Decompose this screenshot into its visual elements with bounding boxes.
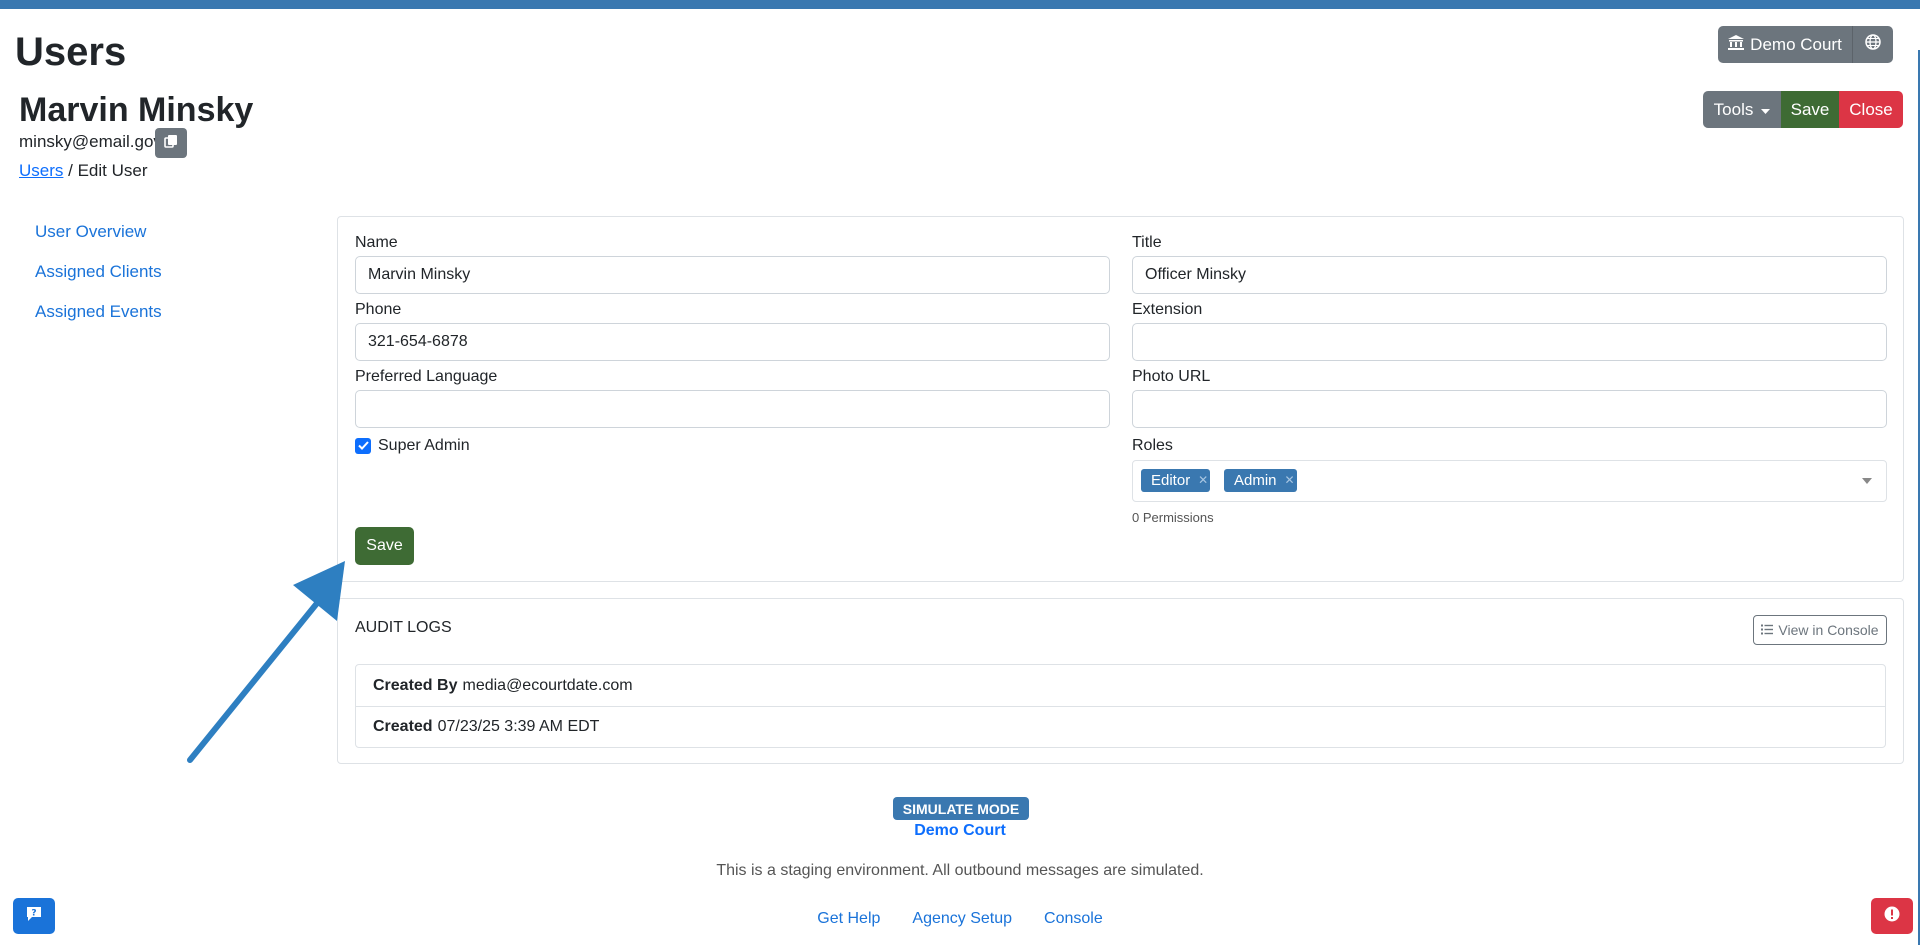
super-admin-checkbox[interactable] bbox=[355, 438, 371, 454]
page-title: Users bbox=[15, 30, 127, 74]
footer-link-agency-setup[interactable]: Agency Setup bbox=[912, 910, 1012, 928]
phone-input[interactable]: 321-654-6878 bbox=[355, 323, 1110, 361]
tools-label: Tools bbox=[1713, 99, 1754, 119]
role-tag-editor: Editor ✕ bbox=[1141, 469, 1211, 492]
report-issue-button[interactable] bbox=[1871, 898, 1913, 934]
top-accent-bar bbox=[0, 0, 1920, 9]
title-input[interactable]: Officer Minsky bbox=[1132, 256, 1887, 294]
courthouse-icon bbox=[1728, 34, 1745, 55]
breadcrumb-current: Edit User bbox=[77, 161, 148, 180]
save-form-button[interactable]: Save bbox=[355, 527, 414, 565]
sidebar-item-user-overview[interactable]: User Overview bbox=[35, 222, 162, 242]
created-by-label: Created By bbox=[373, 676, 458, 694]
checkmark-icon bbox=[357, 437, 369, 455]
help-chat-button[interactable]: ? bbox=[13, 898, 55, 934]
footer-link-get-help[interactable]: Get Help bbox=[817, 910, 880, 928]
user-email: minsky@email.gov bbox=[19, 132, 162, 151]
copy-icon bbox=[164, 134, 178, 153]
remove-tag-icon[interactable]: ✕ bbox=[1196, 469, 1210, 492]
extension-label: Extension bbox=[1132, 301, 1203, 318]
list-item: Created By media@ecourtdate.com bbox=[356, 665, 1885, 706]
chevron-down-icon[interactable] bbox=[1862, 478, 1872, 484]
name-label: Name bbox=[355, 234, 398, 251]
simulate-court-name: Demo Court bbox=[914, 822, 1006, 839]
super-admin-label: Super Admin bbox=[378, 437, 470, 454]
roles-multiselect[interactable]: Editor ✕ Admin ✕ bbox=[1132, 460, 1887, 502]
footer-links: Get Help Agency Setup Console bbox=[0, 910, 1920, 928]
role-tag-admin: Admin ✕ bbox=[1224, 469, 1297, 492]
list-item: Created 07/23/25 3:39 AM EDT bbox=[356, 706, 1885, 747]
svg-text:?: ? bbox=[31, 908, 36, 918]
court-button[interactable]: Demo Court bbox=[1718, 26, 1852, 63]
copy-email-button[interactable] bbox=[155, 128, 187, 158]
created-by-value: media@ecourtdate.com bbox=[462, 676, 633, 694]
action-toolbar: Tools Save Close bbox=[1703, 91, 1903, 128]
staging-notice: This is a staging environment. All outbo… bbox=[716, 862, 1204, 879]
chat-question-icon: ? bbox=[26, 906, 42, 927]
save-button[interactable]: Save bbox=[1781, 91, 1839, 128]
role-tag-label: Admin bbox=[1234, 472, 1277, 489]
user-form-card: Name Marvin Minsky Title Officer Minsky … bbox=[337, 216, 1904, 582]
permissions-count: 0 Permissions bbox=[1132, 510, 1214, 525]
remove-tag-icon[interactable]: ✕ bbox=[1283, 469, 1297, 492]
audit-log-list: Created By media@ecourtdate.com Created … bbox=[355, 664, 1886, 748]
globe-icon bbox=[1865, 34, 1881, 55]
simulate-mode-badge: SIMULATE MODE bbox=[893, 797, 1029, 820]
breadcrumb: Users / Edit User bbox=[19, 161, 148, 181]
sidebar-item-assigned-events[interactable]: Assigned Events bbox=[35, 302, 162, 322]
preferred-language-input[interactable] bbox=[355, 390, 1110, 428]
exclamation-circle-icon bbox=[1884, 906, 1900, 927]
extension-input[interactable] bbox=[1132, 323, 1887, 361]
photo-url-label: Photo URL bbox=[1132, 368, 1211, 385]
created-label: Created bbox=[373, 718, 433, 735]
audit-logs-title: AUDIT LOGS bbox=[355, 619, 452, 636]
breadcrumb-users-link[interactable]: Users bbox=[19, 161, 63, 180]
title-label: Title bbox=[1132, 234, 1162, 251]
photo-url-input[interactable] bbox=[1132, 390, 1887, 428]
roles-label: Roles bbox=[1132, 437, 1173, 454]
view-in-console-label: View in Console bbox=[1778, 622, 1879, 638]
tools-dropdown-button[interactable]: Tools bbox=[1703, 91, 1781, 128]
footer-link-console[interactable]: Console bbox=[1044, 910, 1103, 928]
name-input[interactable]: Marvin Minsky bbox=[355, 256, 1110, 294]
user-name-heading: Marvin Minsky bbox=[19, 91, 254, 129]
preferred-language-label: Preferred Language bbox=[355, 368, 498, 385]
close-button[interactable]: Close bbox=[1839, 91, 1903, 128]
language-button[interactable] bbox=[1852, 26, 1893, 63]
role-tag-label: Editor bbox=[1151, 472, 1191, 489]
side-navigation: User Overview Assigned Clients Assigned … bbox=[35, 222, 162, 342]
view-in-console-button[interactable]: View in Console bbox=[1753, 615, 1887, 645]
breadcrumb-separator: / bbox=[63, 161, 78, 180]
phone-label: Phone bbox=[355, 301, 402, 318]
audit-logs-card: AUDIT LOGS View in Console Created By me… bbox=[337, 598, 1904, 764]
created-value: 07/23/25 3:39 AM EDT bbox=[437, 718, 600, 735]
sidebar-item-assigned-clients[interactable]: Assigned Clients bbox=[35, 262, 162, 282]
list-icon bbox=[1761, 622, 1774, 638]
court-button-label: Demo Court bbox=[1750, 34, 1842, 54]
caret-down-icon bbox=[1761, 100, 1771, 120]
court-switcher: Demo Court bbox=[1718, 26, 1893, 63]
